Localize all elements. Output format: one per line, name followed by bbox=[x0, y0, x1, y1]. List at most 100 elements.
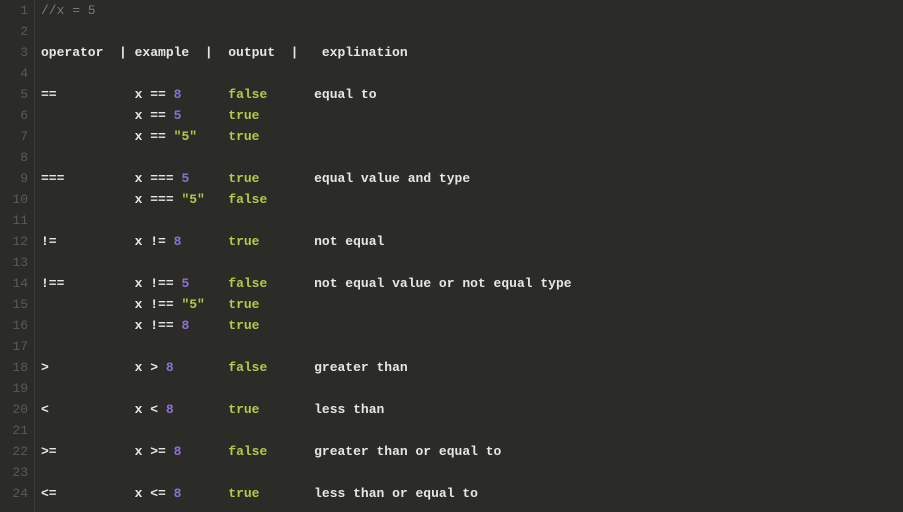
token bbox=[189, 318, 228, 333]
line-number: 21 bbox=[0, 420, 28, 441]
token: x bbox=[135, 360, 151, 375]
token: true bbox=[228, 129, 259, 144]
token: true bbox=[228, 234, 259, 249]
line-number: 8 bbox=[0, 147, 28, 168]
token: false bbox=[228, 444, 267, 459]
code-line[interactable] bbox=[41, 21, 572, 42]
code-line[interactable] bbox=[41, 252, 572, 273]
token: true bbox=[228, 402, 259, 417]
token: >= bbox=[150, 444, 173, 459]
token: equal to bbox=[267, 87, 376, 102]
code-line[interactable]: === x === 5 true equal value and type bbox=[41, 168, 572, 189]
token: x bbox=[135, 486, 151, 501]
code-line[interactable]: operator | example | output | explinatio… bbox=[41, 42, 572, 63]
token: false bbox=[228, 360, 267, 375]
token: === bbox=[41, 171, 135, 186]
code-line[interactable] bbox=[41, 336, 572, 357]
token: x bbox=[135, 108, 151, 123]
code-line[interactable]: x !== "5" true bbox=[41, 294, 572, 315]
token: x bbox=[135, 234, 151, 249]
code-editor[interactable]: 123456789101112131415161718192021222324 … bbox=[0, 0, 903, 512]
code-line[interactable]: x == 5 true bbox=[41, 105, 572, 126]
token bbox=[41, 318, 135, 333]
line-number: 1 bbox=[0, 0, 28, 21]
code-line[interactable]: x === "5" false bbox=[41, 189, 572, 210]
token: not equal bbox=[259, 234, 384, 249]
token bbox=[181, 234, 228, 249]
line-number: 11 bbox=[0, 210, 28, 231]
line-number-gutter: 123456789101112131415161718192021222324 bbox=[0, 0, 35, 512]
code-line[interactable]: x !== 8 true bbox=[41, 315, 572, 336]
token: //x = 5 bbox=[41, 3, 96, 18]
line-number: 16 bbox=[0, 315, 28, 336]
line-number: 10 bbox=[0, 189, 28, 210]
line-number: 24 bbox=[0, 483, 28, 504]
line-number: 18 bbox=[0, 357, 28, 378]
line-number: 7 bbox=[0, 126, 28, 147]
token: x bbox=[135, 402, 151, 417]
line-number: 14 bbox=[0, 273, 28, 294]
line-number: 13 bbox=[0, 252, 28, 273]
token: less than or equal to bbox=[259, 486, 477, 501]
token: false bbox=[228, 192, 267, 207]
code-line[interactable] bbox=[41, 462, 572, 483]
token: not equal value or not equal type bbox=[267, 276, 571, 291]
code-line[interactable]: >= x >= 8 false greater than or equal to bbox=[41, 441, 572, 462]
line-number: 19 bbox=[0, 378, 28, 399]
code-line[interactable] bbox=[41, 147, 572, 168]
token: != bbox=[150, 234, 173, 249]
code-line[interactable]: != x != 8 true not equal bbox=[41, 231, 572, 252]
code-area[interactable]: //x = 5 operator | example | output | exp… bbox=[35, 0, 572, 512]
token: false bbox=[228, 87, 267, 102]
token bbox=[189, 171, 228, 186]
token: !== bbox=[150, 276, 181, 291]
token bbox=[197, 129, 228, 144]
code-line[interactable] bbox=[41, 420, 572, 441]
token: "5" bbox=[181, 192, 204, 207]
token: != bbox=[41, 234, 135, 249]
token: <= bbox=[41, 486, 135, 501]
line-number: 23 bbox=[0, 462, 28, 483]
token bbox=[205, 192, 228, 207]
token bbox=[41, 297, 135, 312]
code-line[interactable]: x == "5" true bbox=[41, 126, 572, 147]
token: x bbox=[135, 297, 151, 312]
token: < bbox=[150, 402, 166, 417]
code-line[interactable] bbox=[41, 63, 572, 84]
line-number: 20 bbox=[0, 399, 28, 420]
code-line[interactable]: > x > 8 false greater than bbox=[41, 357, 572, 378]
token: x bbox=[135, 87, 151, 102]
token: !== bbox=[150, 297, 181, 312]
token: 8 bbox=[166, 360, 174, 375]
token: less than bbox=[259, 402, 384, 417]
token: 8 bbox=[166, 402, 174, 417]
token bbox=[41, 108, 135, 123]
token: == bbox=[150, 129, 173, 144]
code-line[interactable]: == x == 8 false equal to bbox=[41, 84, 572, 105]
code-line[interactable]: //x = 5 bbox=[41, 0, 572, 21]
line-number: 22 bbox=[0, 441, 28, 462]
token: true bbox=[228, 486, 259, 501]
token: "5" bbox=[174, 129, 197, 144]
token: > bbox=[150, 360, 166, 375]
token: == bbox=[41, 87, 135, 102]
token: true bbox=[228, 108, 259, 123]
token: true bbox=[228, 297, 259, 312]
line-number: 15 bbox=[0, 294, 28, 315]
token bbox=[181, 108, 228, 123]
code-line[interactable] bbox=[41, 210, 572, 231]
token: == bbox=[150, 108, 173, 123]
line-number: 3 bbox=[0, 42, 28, 63]
token bbox=[41, 192, 135, 207]
code-line[interactable] bbox=[41, 378, 572, 399]
token bbox=[174, 360, 229, 375]
token bbox=[181, 87, 228, 102]
code-line[interactable]: < x < 8 true less than bbox=[41, 399, 572, 420]
token bbox=[174, 402, 229, 417]
code-line[interactable]: !== x !== 5 false not equal value or not… bbox=[41, 273, 572, 294]
token: x bbox=[135, 129, 151, 144]
token: operator | example | output | explinatio… bbox=[41, 45, 408, 60]
token: == bbox=[150, 87, 173, 102]
code-line[interactable]: <= x <= 8 true less than or equal to bbox=[41, 483, 572, 504]
token: !== bbox=[150, 318, 181, 333]
